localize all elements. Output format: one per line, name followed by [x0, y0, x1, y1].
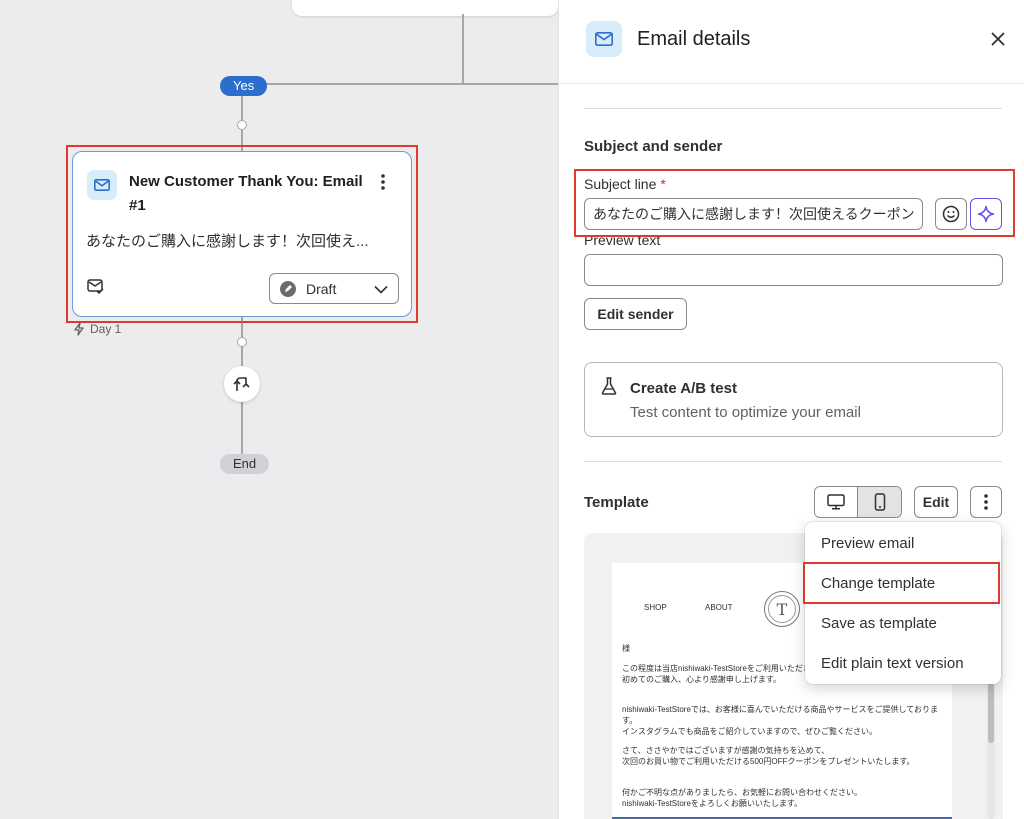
connector-line	[241, 83, 558, 85]
panel-title: Email details	[637, 28, 751, 50]
store-logo-ring	[768, 595, 796, 623]
kebab-icon	[984, 494, 988, 510]
email-line: nishiwaki-TestStoreをよろしくお願いいたします。	[622, 799, 803, 808]
edit-sender-button[interactable]: Edit sender	[584, 298, 687, 330]
template-heading: Template	[584, 494, 649, 511]
connector-line	[462, 14, 464, 84]
mail-icon	[586, 21, 622, 57]
create-ab-test-card[interactable]: Create A/B test Test content to optimize…	[584, 362, 1003, 437]
end-label: End	[220, 454, 270, 474]
previous-node-card[interactable]	[292, 0, 558, 16]
template-more-button[interactable]	[970, 486, 1002, 518]
flask-icon	[601, 377, 619, 395]
divider	[584, 461, 1002, 462]
email-details-panel: Email details Subject and sender Subject…	[558, 0, 1024, 819]
subject-highlight	[574, 169, 1015, 237]
day-label-text: Day 1	[90, 322, 122, 336]
node-highlight	[66, 145, 418, 323]
ab-test-subtitle: Test content to optimize your email	[630, 404, 861, 421]
email-nav-shop: SHOP	[644, 603, 667, 612]
connector-dot[interactable]	[237, 120, 247, 130]
email-line: 何かご不明な点がありましたら、お気軽にお問い合わせください。	[622, 788, 862, 797]
split-arrows-icon[interactable]	[224, 366, 260, 402]
email-line: す。	[622, 716, 638, 725]
panel-header: Email details	[559, 0, 1024, 84]
store-logo: T	[764, 591, 800, 627]
preview-scrollbar-thumb[interactable]	[988, 683, 994, 743]
delay-label: Day 1	[72, 322, 121, 336]
menu-item-preview-email[interactable]: Preview email	[805, 524, 1001, 564]
flow-canvas[interactable]: Yes New Customer Thank You: Email #1 あなた…	[0, 0, 558, 819]
email-line: インスタグラムでも商品をご紹介していますので、ぜひご覧ください。	[622, 727, 878, 736]
divider	[584, 108, 1002, 109]
close-icon[interactable]	[987, 28, 1009, 50]
menu-item-edit-plain-text[interactable]: Edit plain text version	[805, 644, 1001, 684]
view-toggle	[814, 486, 902, 518]
email-line: 次回のお買い物でご利用いただける500円OFFクーポンをプレゼントいたします。	[622, 757, 915, 766]
yes-branch-label: Yes	[220, 76, 268, 96]
ab-test-title: Create A/B test	[630, 380, 737, 397]
edit-template-button[interactable]: Edit	[914, 486, 958, 518]
menu-item-save-as-template[interactable]: Save as template	[805, 604, 1001, 644]
desktop-icon[interactable]	[815, 487, 859, 517]
connector-dot[interactable]	[237, 337, 247, 347]
preview-text-input[interactable]	[584, 254, 1003, 286]
email-line: さて、ささやかではございますが感謝の気持ちを込めて、	[622, 746, 830, 755]
menu-highlight	[803, 562, 1000, 604]
email-line: nishiwaki-TestStoreでは、お客様に喜んでいただける商品やサービ…	[622, 705, 939, 714]
mobile-icon[interactable]	[858, 487, 901, 517]
subject-sender-heading: Subject and sender	[584, 138, 723, 155]
lightning-icon	[74, 322, 84, 336]
email-nav-about: ABOUT	[705, 603, 733, 612]
